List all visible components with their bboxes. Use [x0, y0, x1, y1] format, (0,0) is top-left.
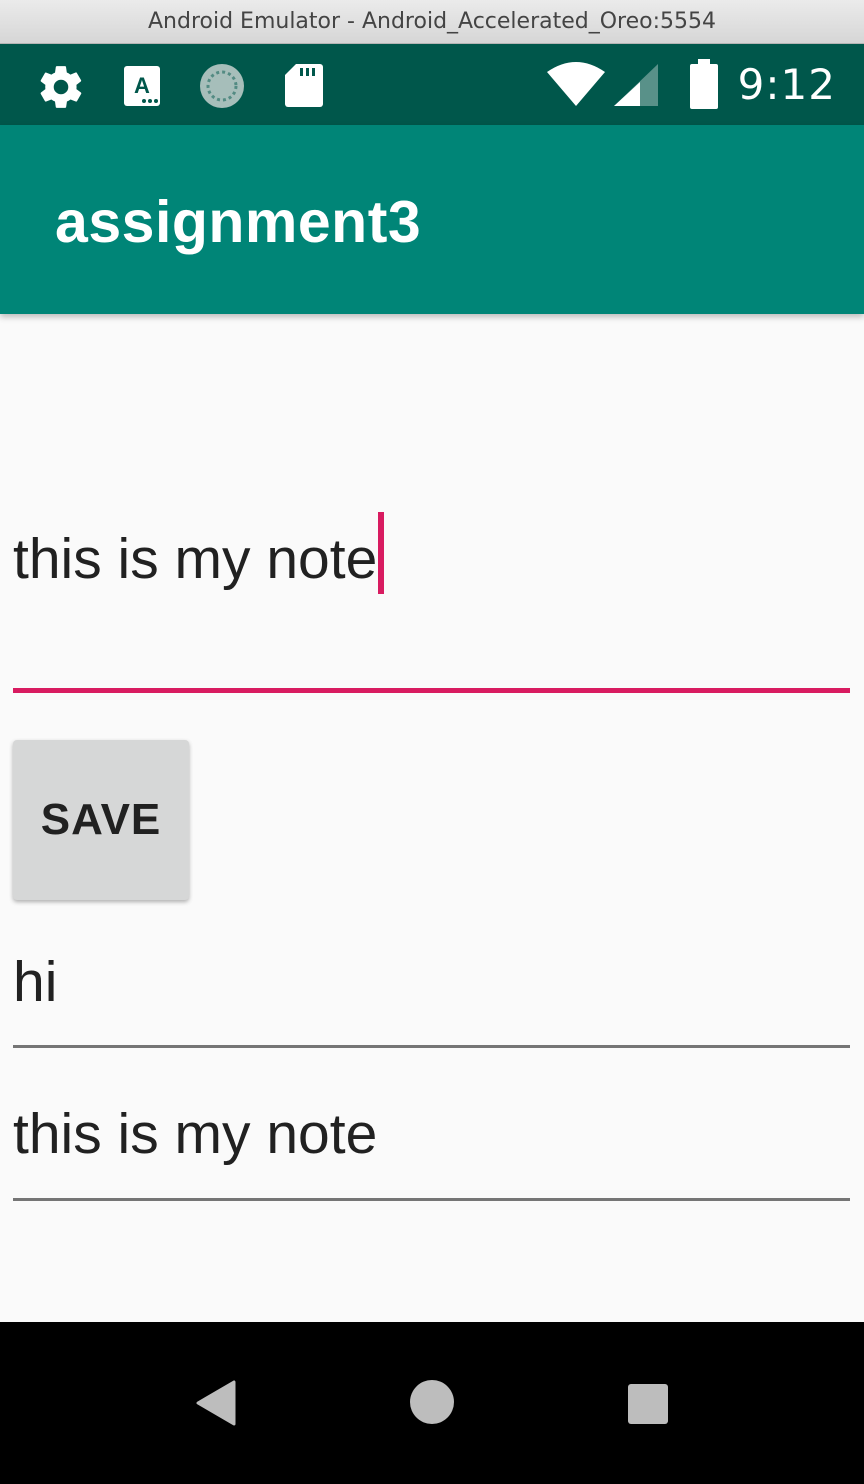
settings-gear-icon [36, 62, 86, 116]
window-title: Android Emulator - Android_Accelerated_O… [148, 9, 716, 34]
note-input-text[interactable]: this is my note [13, 512, 385, 594]
sync-circle-icon [197, 61, 247, 115]
navigation-bar [0, 1322, 864, 1484]
saved-note-text: hi [13, 950, 58, 1014]
svg-text:A: A [134, 73, 150, 98]
cell-signal-icon [612, 62, 660, 112]
app-title: assignment3 [55, 189, 422, 255]
save-button-label: SAVE [40, 795, 162, 844]
home-icon[interactable] [409, 1379, 455, 1429]
app-bar: assignment3 [0, 125, 864, 314]
battery-icon [689, 58, 719, 114]
main-content: this is my note SAVE hi this is my note [0, 314, 864, 1322]
saved-note-item[interactable]: hi [13, 950, 850, 1048]
saved-note-text: this is my note [13, 1102, 378, 1166]
recents-icon[interactable] [627, 1383, 669, 1429]
keyboard-a-icon: A [122, 64, 162, 112]
save-button[interactable]: SAVE [13, 740, 189, 900]
wifi-icon [546, 62, 606, 112]
status-time: 9:12 [737, 60, 836, 109]
note-input[interactable]: this is my note [13, 504, 850, 694]
sd-card-icon [284, 62, 324, 112]
saved-note-item[interactable]: this is my note [13, 1102, 850, 1201]
window-titlebar: Android Emulator - Android_Accelerated_O… [0, 0, 864, 44]
saved-note-underline [13, 1045, 850, 1048]
text-cursor [378, 512, 385, 594]
status-bar: A 9:12 [0, 44, 864, 125]
back-icon[interactable] [196, 1380, 236, 1430]
note-input-underline [13, 688, 850, 693]
emulator-window: Android Emulator - Android_Accelerated_O… [0, 0, 864, 1484]
saved-note-underline [13, 1198, 850, 1201]
note-input-value: this is my note [13, 527, 378, 591]
